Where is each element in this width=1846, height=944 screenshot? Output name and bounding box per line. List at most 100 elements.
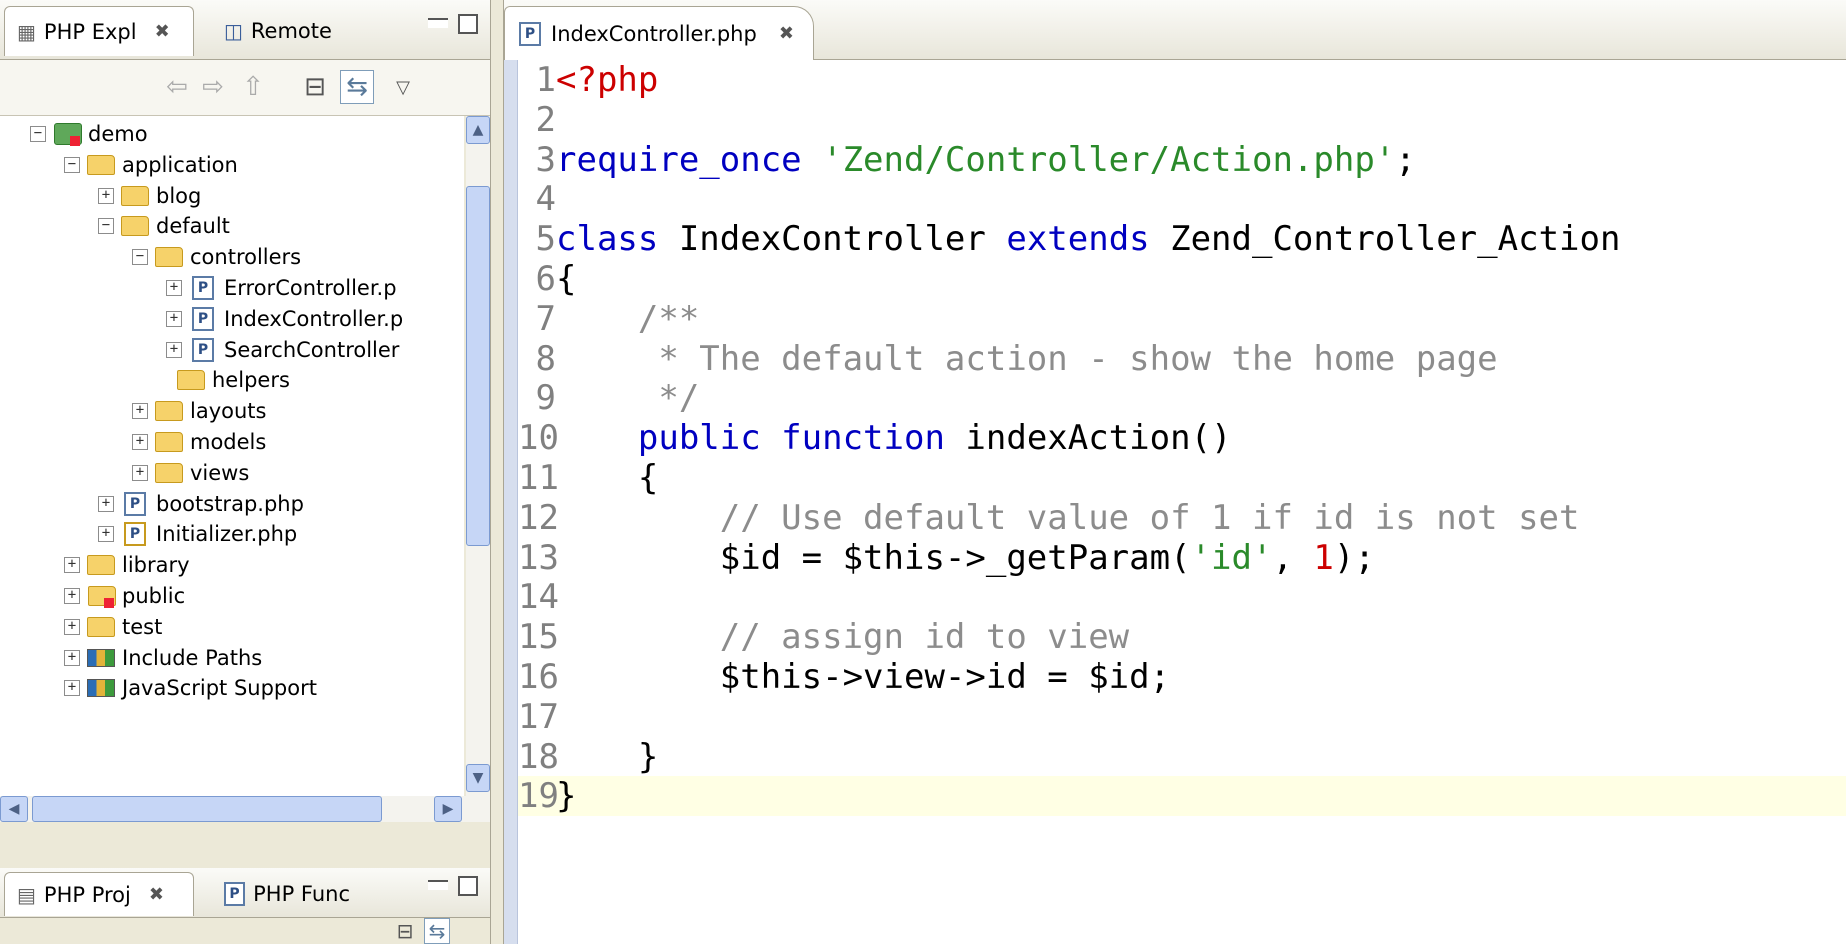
scroll-down-icon[interactable]: ▼ [466, 764, 490, 792]
collapse-all-icon[interactable]: ⊟ [298, 70, 332, 104]
code-line[interactable]: 18 } [518, 737, 1846, 777]
code-line[interactable]: 17 [518, 697, 1846, 737]
minimize-icon[interactable] [428, 18, 448, 28]
code-line[interactable]: 16 $this->view->id = $id; [518, 657, 1846, 697]
tab-remote[interactable]: ◫ Remote [212, 6, 342, 56]
tree-item-label: models [190, 430, 267, 454]
line-number: 3 [535, 139, 556, 180]
tab-php-functions[interactable]: P PHP Func [212, 872, 362, 916]
collapse-toggle-icon[interactable]: − [30, 126, 46, 142]
tab-php-explorer[interactable]: ▦ PHP Expl ✖ [4, 6, 194, 56]
forward-icon[interactable]: ⇨ [196, 70, 230, 104]
code-line[interactable]: 10 public function indexAction() [518, 418, 1846, 458]
code-area[interactable]: 1<?php 2 3require_once 'Zend/Controller/Ac… [518, 60, 1846, 944]
tree-item-javascript-support[interactable]: + JavaScript Support [64, 670, 317, 706]
code-line[interactable]: 14 [518, 577, 1846, 617]
code-line[interactable]: 5class IndexController extends Zend_Cont… [518, 219, 1846, 259]
code-token: require_once [556, 139, 823, 180]
tab-index-controller[interactable]: P IndexController.php ✖ [504, 6, 814, 60]
code-token: $id = $this->_getParam( [556, 537, 1191, 578]
expand-toggle-icon[interactable]: + [98, 188, 114, 204]
php-editor: P IndexController.php ✖ 1<?php 2 3require_… [504, 0, 1846, 944]
collapse-toggle-icon[interactable]: − [132, 249, 148, 265]
minimize-icon[interactable] [428, 880, 448, 890]
close-icon[interactable]: ✖ [149, 884, 164, 905]
expand-toggle-icon[interactable]: + [64, 557, 80, 573]
code-line[interactable]: 15 // assign id to view [518, 617, 1846, 657]
link-with-editor-icon[interactable]: ⇆ [340, 70, 374, 104]
line-number: 18 [518, 736, 559, 777]
close-icon[interactable]: ✖ [155, 21, 170, 42]
expand-toggle-icon[interactable]: + [166, 311, 182, 327]
tree-item-label: test [122, 615, 163, 639]
code-token: class [556, 219, 679, 260]
line-number: 11 [518, 458, 559, 498]
scrollbar-thumb[interactable] [466, 186, 490, 546]
code-line[interactable]: 9 */ [518, 378, 1846, 418]
expand-toggle-icon[interactable]: + [132, 403, 148, 419]
code-line[interactable]: 4 [518, 179, 1846, 219]
folder-icon [154, 430, 184, 454]
maximize-icon[interactable] [458, 14, 478, 34]
code-token: <?php [556, 60, 659, 100]
code-token: , [1272, 537, 1314, 578]
expand-toggle-icon[interactable]: + [132, 434, 148, 450]
expand-toggle-icon[interactable]: + [64, 588, 80, 604]
scroll-left-icon[interactable]: ◀ [0, 796, 28, 822]
maximize-icon[interactable] [458, 876, 478, 896]
code-line[interactable]: 19} [518, 776, 1846, 817]
tree-horizontal-scrollbar[interactable]: ◀ ▶ [0, 796, 490, 822]
folder-icon [86, 584, 116, 608]
code-line[interactable]: 11 { [518, 458, 1846, 498]
expand-toggle-icon[interactable]: + [64, 680, 80, 696]
php-file-icon: P [188, 276, 218, 300]
folder-icon [120, 214, 150, 238]
code-token: indexAction() [965, 418, 1232, 459]
scroll-right-icon[interactable]: ▶ [434, 796, 462, 822]
editor-tabbar: P IndexController.php ✖ [504, 0, 1846, 60]
up-icon[interactable]: ⇧ [236, 70, 270, 104]
annotation-ruler [504, 60, 518, 944]
bottom-panel-tabbar: ▤ PHP Proj ✖ P PHP Func [0, 868, 490, 918]
code-token: { [556, 259, 577, 299]
library-icon [86, 676, 116, 700]
code-line[interactable]: 7 /** [518, 299, 1846, 339]
expand-toggle-icon[interactable]: + [166, 342, 182, 358]
php-file-icon: P [188, 307, 218, 331]
line-number: 13 [518, 537, 559, 578]
expand-toggle-icon[interactable]: + [98, 496, 114, 512]
tree-vertical-scrollbar[interactable]: ▲ ▼ [466, 116, 490, 796]
collapse-toggle-icon[interactable]: − [98, 218, 114, 234]
view-splitter[interactable] [490, 0, 504, 944]
code-line[interactable]: 12 // Use default value of 1 if id is no… [518, 498, 1846, 538]
line-number: 10 [518, 418, 559, 459]
code-line[interactable]: 2 [518, 100, 1846, 140]
tab-php-project-outline[interactable]: ▤ PHP Proj ✖ [4, 872, 194, 916]
expand-toggle-icon[interactable]: + [132, 465, 148, 481]
expand-toggle-icon[interactable]: + [64, 650, 80, 666]
code-line[interactable]: 6{ [518, 259, 1846, 299]
view-menu-icon[interactable]: ▽ [386, 70, 420, 104]
code-line[interactable]: 13 $id = $this->_getParam('id', 1); [518, 538, 1846, 578]
code-token: ); [1333, 537, 1375, 578]
line-number: 6 [535, 259, 556, 299]
close-icon[interactable]: ✖ [779, 23, 794, 44]
scrollbar-thumb[interactable] [32, 796, 382, 822]
scroll-up-icon[interactable]: ▲ [466, 116, 490, 144]
code-line[interactable]: 3require_once 'Zend/Controller/Action.ph… [518, 140, 1846, 180]
php-explorer-view: ▦ PHP Expl ✖ ◫ Remote ⇦ ⇨ ⇧ ⊟ ⇆ ▽ − demo… [0, 0, 490, 944]
project-tree: − demo − application + blog − default − … [0, 116, 464, 796]
tree-item-label: demo [88, 122, 148, 146]
expand-toggle-icon[interactable]: + [166, 280, 182, 296]
collapse-all-icon[interactable]: ⊟ [392, 918, 418, 944]
expand-toggle-icon[interactable]: + [98, 526, 114, 542]
code-token: extends [1006, 219, 1171, 260]
link-with-editor-icon[interactable]: ⇆ [424, 918, 450, 944]
back-icon[interactable]: ⇦ [160, 70, 194, 104]
collapse-toggle-icon[interactable]: − [64, 157, 80, 173]
code-line[interactable]: 8 * The default action - show the home p… [518, 339, 1846, 379]
line-number: 7 [535, 298, 556, 339]
tree-item-label: helpers [212, 368, 290, 392]
code-line[interactable]: 1<?php [518, 60, 1846, 100]
expand-toggle-icon[interactable]: + [64, 619, 80, 635]
